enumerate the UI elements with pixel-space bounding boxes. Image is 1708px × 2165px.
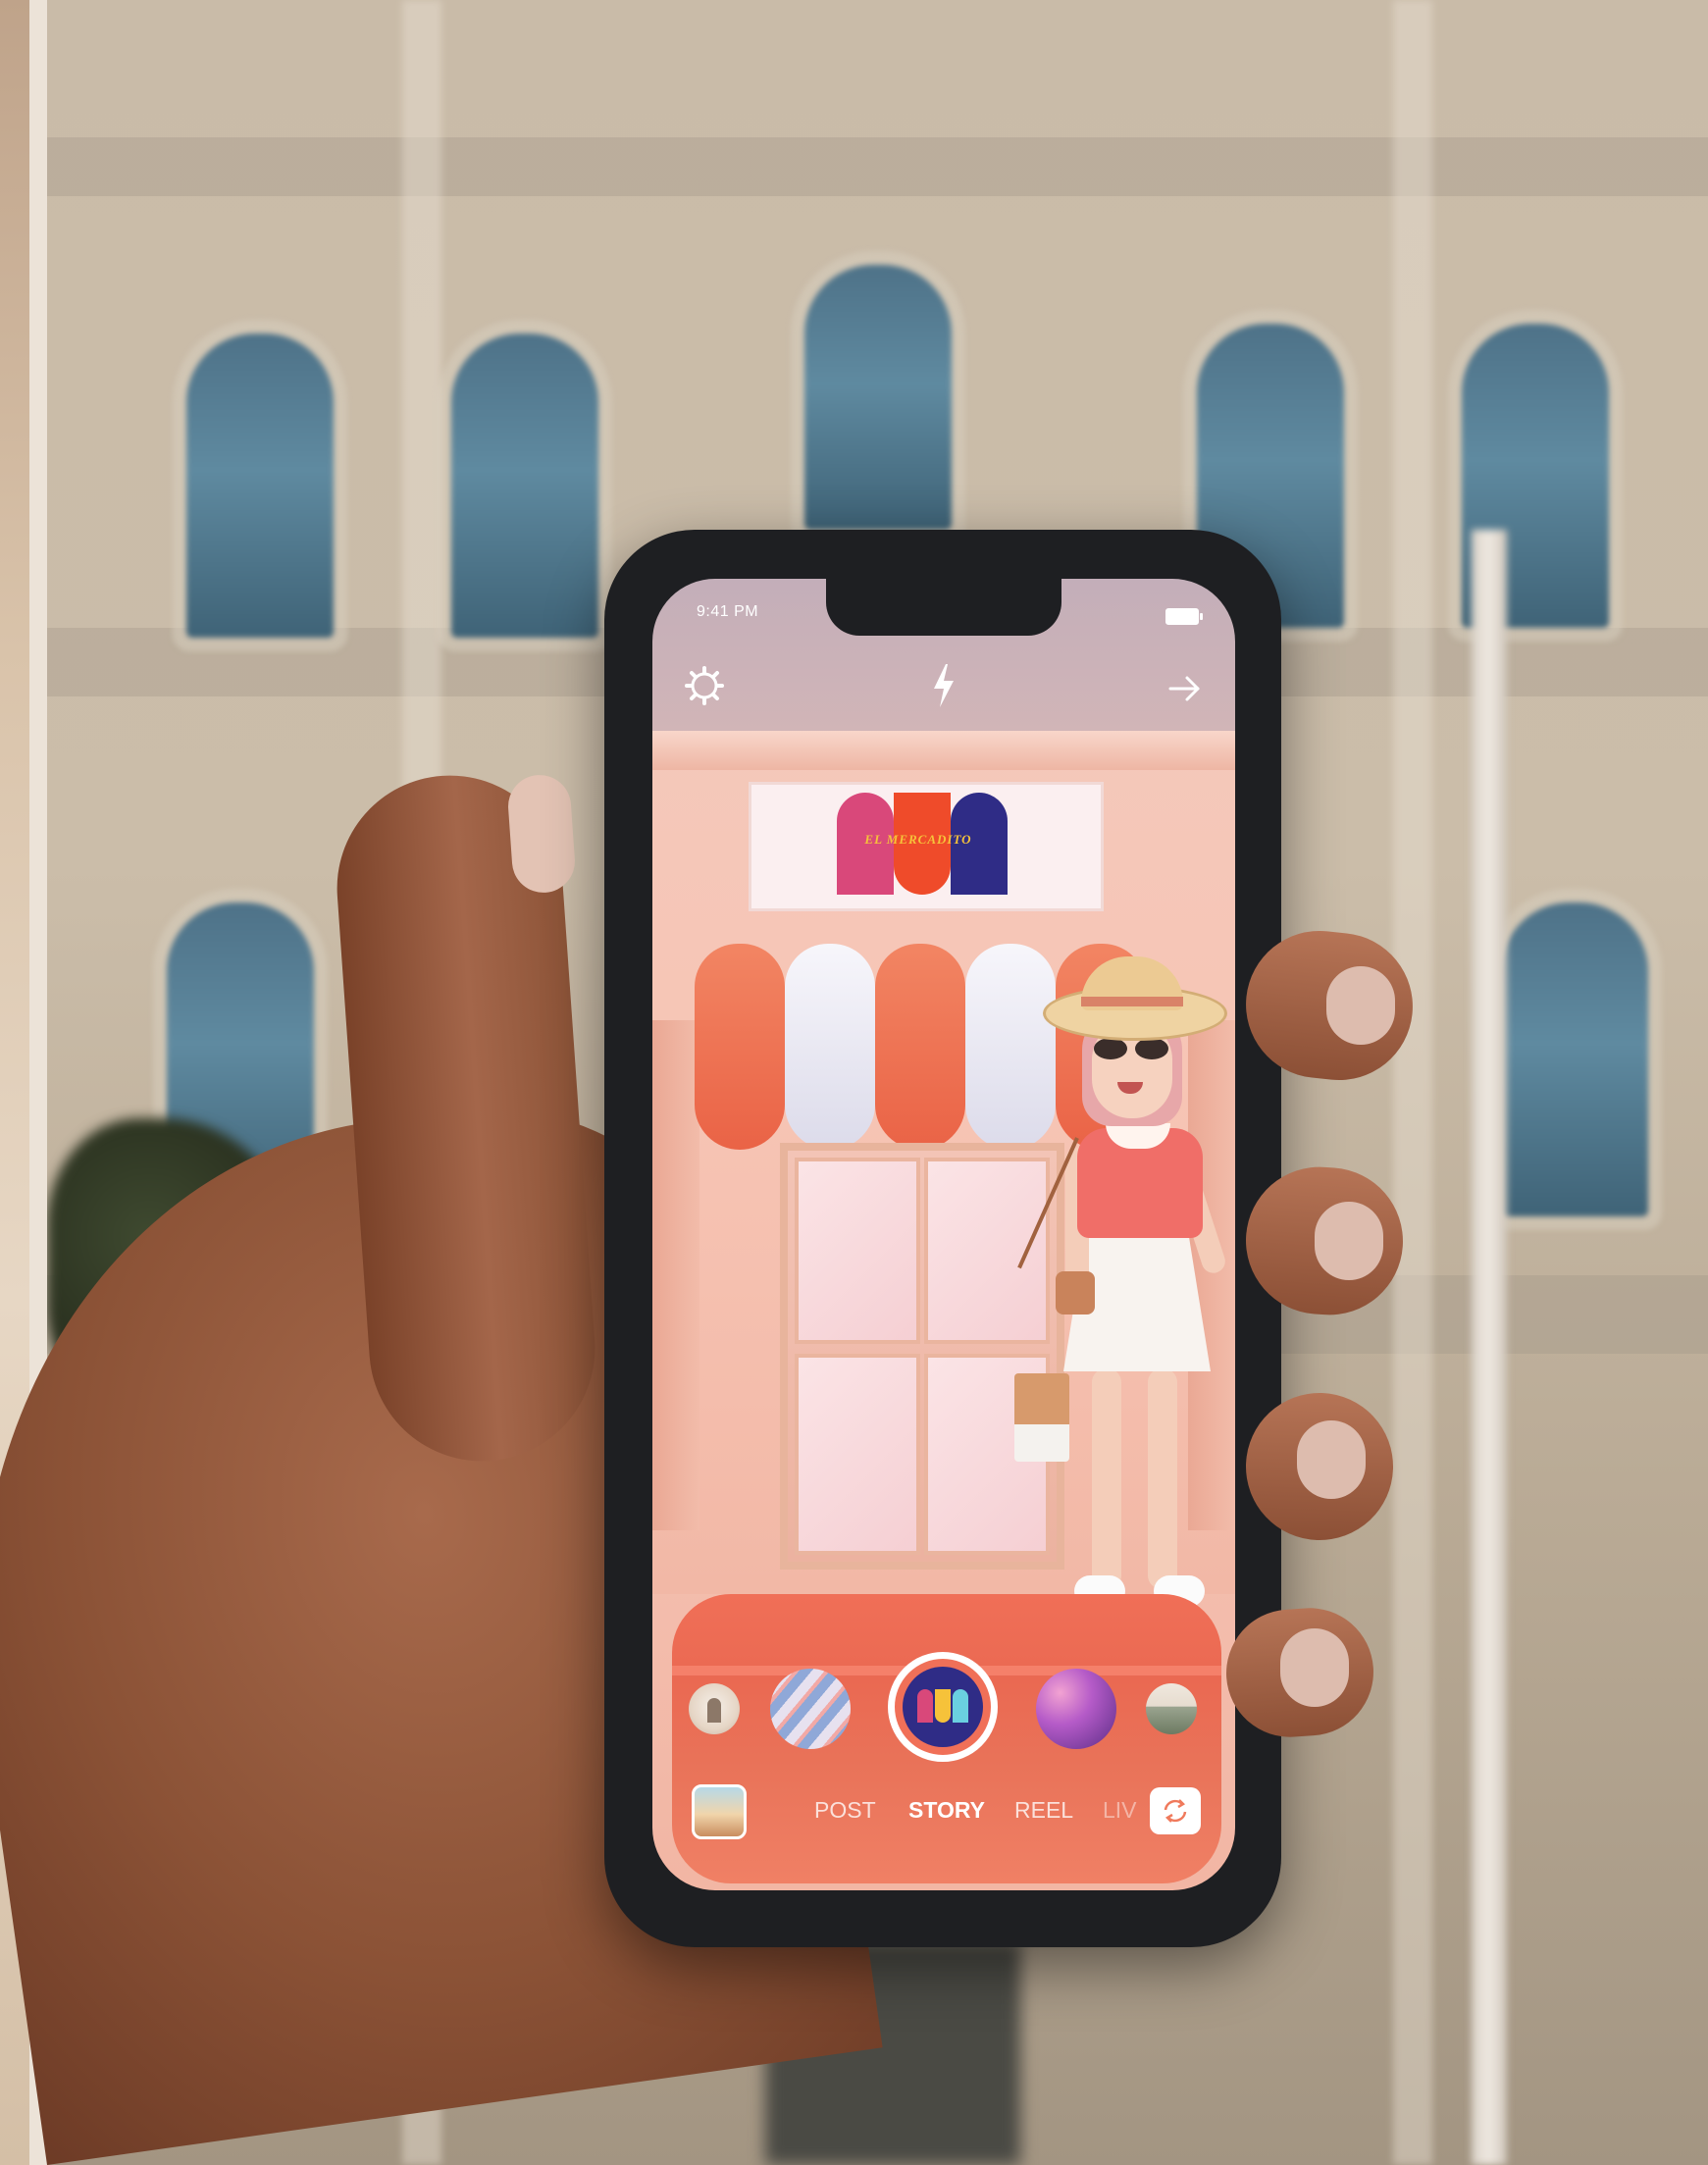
facade-pilaster	[1393, 0, 1432, 2165]
flash-bolt-icon[interactable]	[926, 662, 961, 709]
street-lamp	[1472, 530, 1507, 2165]
door-pane	[795, 1158, 920, 1344]
arrow-right-icon[interactable]	[1167, 674, 1203, 703]
mode-tab-story[interactable]: STORY	[908, 1797, 985, 1824]
store-sign-title: EL MERCADITO	[864, 832, 972, 847]
character-hat-band	[1081, 997, 1183, 1006]
awning-stripe-orange	[875, 944, 965, 1150]
status-time: 9:41 PM	[697, 603, 759, 620]
awning-stripe-white	[965, 944, 1056, 1150]
building-window	[1501, 902, 1648, 1216]
phone-notch	[826, 579, 1061, 636]
finger-nail	[1315, 1202, 1383, 1280]
storefront-cornice	[652, 731, 1235, 770]
finger-nail	[1297, 1420, 1366, 1499]
settings-gear-icon[interactable]	[683, 664, 726, 707]
battery-icon	[1165, 608, 1203, 625]
character-milk-carton	[1014, 1373, 1069, 1462]
capture-logo-arch	[917, 1689, 933, 1723]
storefront-sidewall	[652, 1020, 699, 1530]
building-window	[451, 334, 598, 638]
mode-tab-reel[interactable]: REEL	[1014, 1797, 1073, 1824]
thumb-nail	[505, 772, 578, 896]
capture-logo-arch	[953, 1689, 968, 1723]
gallery-thumbnail[interactable]	[692, 1784, 747, 1839]
mode-tab-post[interactable]: POST	[814, 1797, 876, 1824]
door-pane	[924, 1158, 1050, 1344]
building-window	[186, 334, 334, 638]
mode-tab-live[interactable]: LIV	[1103, 1797, 1140, 1824]
character-leg	[1092, 1368, 1121, 1589]
character-bag	[1056, 1271, 1095, 1314]
character-sunglasses	[1094, 1038, 1170, 1061]
capture-logo-arch	[935, 1689, 951, 1723]
door-pane	[795, 1354, 920, 1555]
swirl-filter[interactable]	[770, 1669, 851, 1749]
awning-stripe-orange	[695, 944, 785, 1150]
facade-cornice	[47, 137, 1708, 196]
awning-stripe-white	[785, 944, 875, 1150]
finger-nail	[1326, 966, 1395, 1045]
street-filter[interactable]	[1146, 1683, 1197, 1734]
sunset-filter[interactable]	[1036, 1669, 1116, 1749]
character-leg	[1148, 1368, 1177, 1589]
camera-flip-icon[interactable]	[1150, 1787, 1201, 1834]
finger-nail	[1280, 1628, 1349, 1707]
door-filter[interactable]	[689, 1683, 740, 1734]
building-window	[804, 265, 952, 530]
